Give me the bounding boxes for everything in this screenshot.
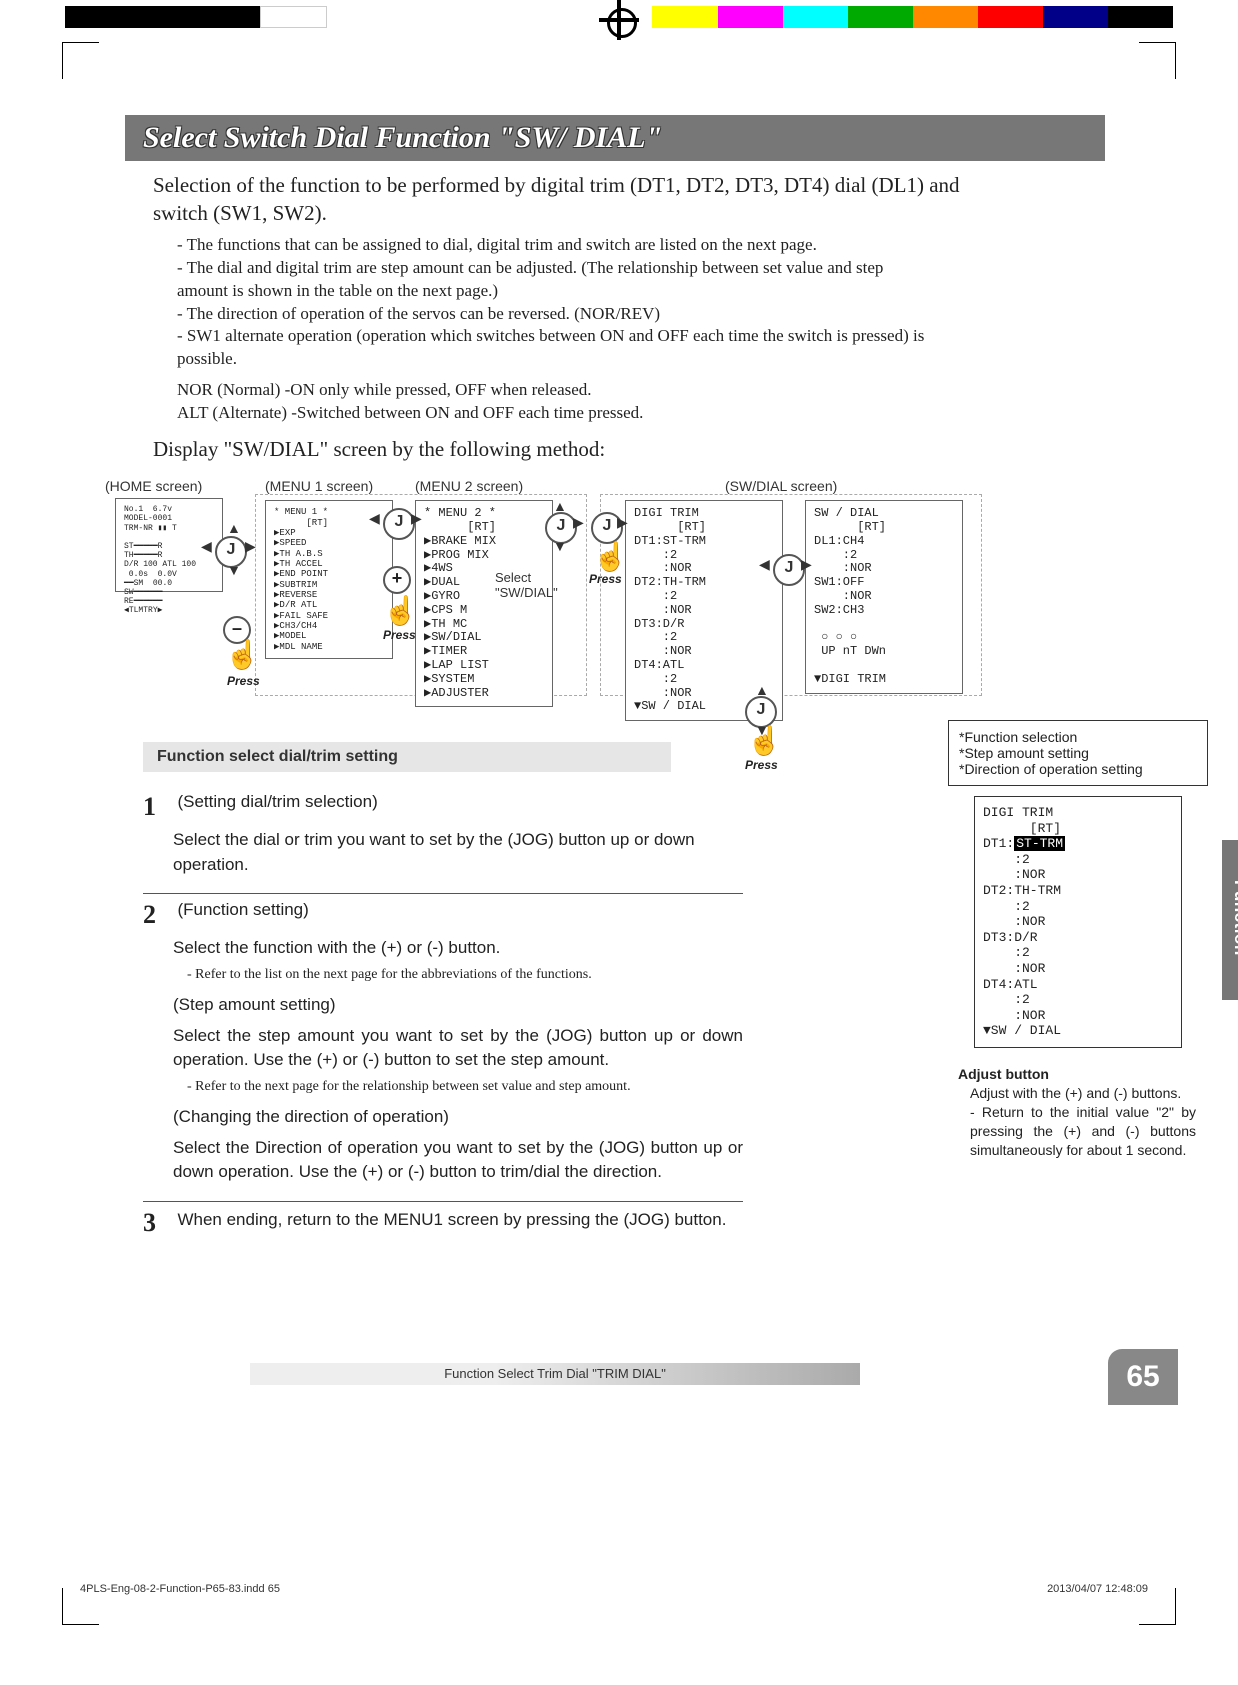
arrow-icon: ▶ (411, 510, 422, 527)
bullet-item: - The functions that can be assigned to … (177, 234, 937, 257)
arrow-icon: ▼ (227, 562, 241, 578)
page-number-badge: 65 (1108, 1349, 1178, 1405)
dia-label-menu2: (MENU 2 screen) (415, 478, 523, 494)
swdial-screen: SW / DIAL [RT] DL1:CH4 :2 :NOR SW1:OFF :… (805, 500, 963, 693)
step-number: 3 (143, 1208, 173, 1238)
select-hint: Select "SW/DIAL" (495, 570, 558, 600)
bullet-item: NOR (Normal) -ON only while pressed, OFF… (177, 379, 937, 402)
hand-icon: ☝ (747, 724, 782, 757)
step-body: Select the dial or trim you want to set … (173, 828, 743, 877)
press-label: Press (383, 628, 416, 642)
crop-mark (62, 42, 99, 79)
hand-icon: ☝ (225, 638, 260, 671)
subsection-title: Function select dial/trim setting (143, 742, 671, 772)
arrow-icon: ▶ (617, 514, 628, 531)
bullet-list: - The functions that can be assigned to … (177, 234, 937, 426)
plus-icon: + (383, 566, 411, 594)
dia-label-swdial: (SW/DIAL screen) (725, 478, 837, 494)
adjust-title: Adjust button (958, 1066, 1208, 1082)
step-number: 1 (143, 792, 173, 822)
info-box: *Function selection *Step amount setting… (948, 720, 1208, 786)
hand-icon: ☝ (383, 594, 418, 627)
arrow-icon: ▲ (553, 498, 567, 514)
step-note: - Refer to the next page for the relatio… (187, 1079, 743, 1095)
step-body: When ending, return to the MENU1 screen … (177, 1210, 726, 1229)
adjust-body: - Return to the initial value "2" by pre… (970, 1103, 1196, 1160)
info-line: *Function selection (959, 729, 1197, 745)
footer-bar: Function Select Trim Dial "TRIM DIAL" (250, 1363, 860, 1385)
arrow-icon: ▲ (227, 520, 241, 536)
step-3: 3 When ending, return to the MENU1 scree… (143, 1202, 743, 1248)
press-label: Press (589, 572, 622, 586)
instruction-line: Display "SW/DIAL" screen by the followin… (153, 437, 1105, 462)
step-1: 1 (Setting dial/trim selection) Select t… (143, 786, 743, 894)
imprint-right: 2013/04/07 12:48:09 (1047, 1583, 1148, 1595)
press-label: Press (745, 758, 778, 772)
info-line: *Step amount setting (959, 745, 1197, 761)
section-header: Select Switch Dial Function "SW/ DIAL" (125, 115, 1105, 161)
side-tab-label: Function (1230, 880, 1238, 916)
arrow-icon: ▼ (553, 538, 567, 554)
arrow-icon: ◀ (369, 510, 380, 527)
right-column: *Function selection *Step amount setting… (948, 720, 1208, 1159)
bullet-item: - The direction of operation of the serv… (177, 303, 937, 326)
step-body: Select the function with the (+) or (-) … (173, 936, 743, 961)
navigation-diagram: (HOME screen) (MENU 1 screen) (MENU 2 sc… (105, 468, 1105, 728)
arrow-icon: ▶ (245, 538, 256, 555)
arrow-icon: ▶ (801, 556, 812, 573)
step-subhead: (Function setting) (177, 900, 308, 919)
bullet-item: - SW1 alternate operation (operation whi… (177, 325, 937, 371)
arrow-icon: ▲ (755, 682, 769, 698)
hand-icon: ☝ (593, 540, 628, 573)
step-body: Select the step amount you want to set b… (173, 1024, 743, 1073)
bullet-item: - The dial and digital trim are step amo… (177, 257, 937, 303)
dia-label-menu1: (MENU 1 screen) (265, 478, 373, 494)
step-subhead: (Setting dial/trim selection) (177, 792, 377, 811)
crop-mark (1139, 42, 1176, 79)
info-line: *Direction of operation setting (959, 761, 1197, 777)
arrow-icon: ◀ (201, 538, 212, 555)
adjust-body: Adjust with the (+) and (-) buttons. (970, 1084, 1196, 1103)
step-subhead: (Changing the direction of operation) (173, 1105, 743, 1130)
step-body: Select the Direction of operation you wa… (173, 1136, 743, 1185)
intro-text: Selection of the function to be performe… (153, 171, 983, 228)
press-label: Press (227, 674, 260, 688)
step-note: - Refer to the list on the next page for… (187, 967, 743, 983)
lcd-detail-screen: DIGI TRIM [RT] DT1:ST-TRM :2 :NOR DT2:TH… (974, 796, 1182, 1048)
step-2: 2 (Function setting) Select the function… (143, 894, 743, 1201)
registration-mark-icon (599, 0, 639, 40)
step-subhead: (Step amount setting) (173, 993, 743, 1018)
arrow-icon: ◀ (759, 556, 770, 573)
bullet-item: ALT (Alternate) -Switched between ON and… (177, 402, 937, 425)
dia-label-home: (HOME screen) (105, 478, 202, 494)
imprint-left: 4PLS-Eng-08-2-Function-P65-83.indd 65 (80, 1583, 280, 1595)
side-tab: Function (1222, 840, 1238, 1000)
menu2-screen: * MENU 2 * [RT] ▶BRAKE MIX ▶PROG MIX ▶4W… (415, 500, 553, 707)
arrow-icon: ▶ (573, 514, 584, 531)
step-number: 2 (143, 900, 173, 930)
